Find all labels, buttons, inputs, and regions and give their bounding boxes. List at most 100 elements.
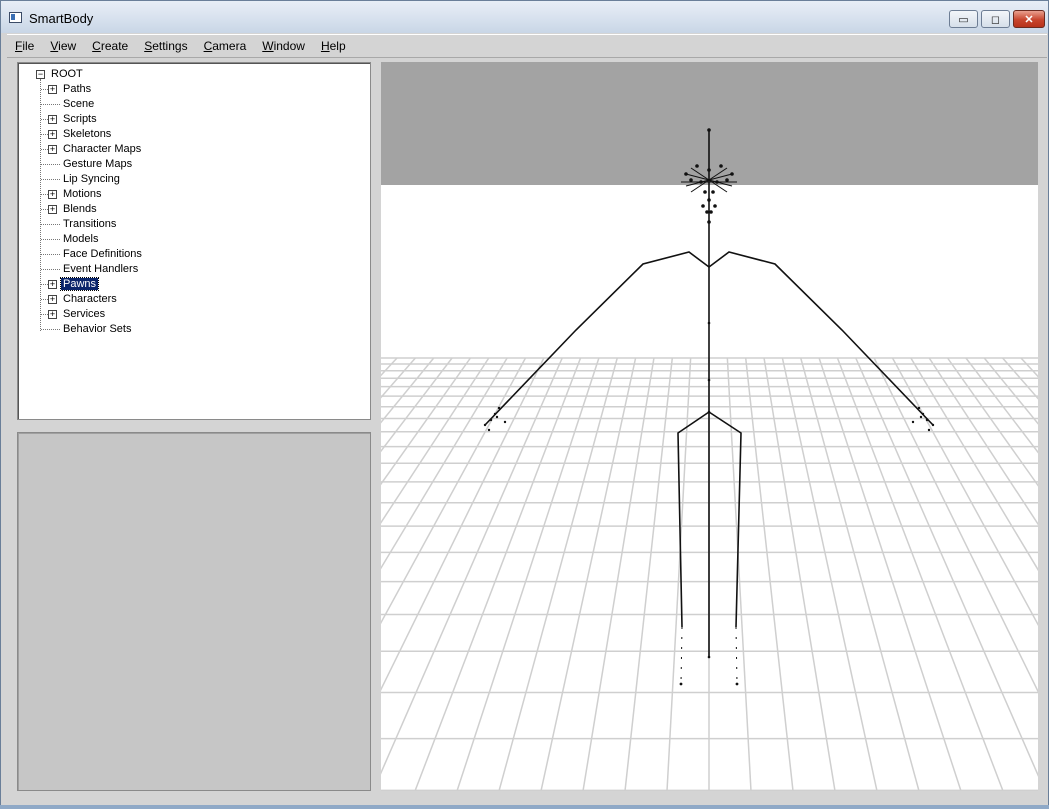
tree-item-label: Paths (63, 83, 92, 95)
expand-icon[interactable]: + (48, 205, 57, 214)
skeleton-spine-joint (707, 378, 711, 382)
3d-viewport[interactable] (381, 62, 1038, 791)
menu-file[interactable]: File (7, 39, 42, 53)
tree-item-label: Gesture Maps (63, 158, 133, 170)
tree-item-scene[interactable]: Scene (63, 97, 94, 112)
smartbody-window: SmartBody ▭ ◻ ✕ File View Create Settings Ca… (0, 0, 1049, 805)
tree-item-skeletons[interactable]: Skeletons (63, 127, 111, 142)
tree-item-label: Transitions (63, 218, 117, 230)
tree-item-label: Event Handlers (63, 263, 139, 275)
skeleton-left-hand-joint (497, 406, 501, 410)
menu-mnemonic: V (50, 39, 59, 53)
tree-item-characters[interactable]: Characters (63, 292, 117, 307)
skeleton-spine-joint (707, 321, 711, 325)
expand-icon[interactable]: + (48, 310, 57, 319)
skeleton-left-hand-joint (495, 415, 499, 419)
menu-view[interactable]: View (42, 39, 84, 53)
skeleton-head-joint (695, 164, 699, 168)
expand-icon[interactable]: + (48, 130, 57, 139)
tree-branch-line (41, 119, 48, 120)
menu-mnemonic: H (320, 39, 330, 53)
skeleton-head-joint (707, 128, 711, 132)
menu-label: reate (100, 39, 129, 53)
collapse-root-icon[interactable]: − (36, 70, 45, 79)
skeleton-head-joint (689, 178, 693, 182)
tree-root-label[interactable]: ROOT (51, 67, 83, 82)
tree-branch-line (41, 254, 60, 255)
scene-canvas[interactable] (381, 62, 1038, 791)
status-strip (1, 792, 1048, 805)
tree-item-label: Characters (63, 293, 117, 305)
tree-item-scripts[interactable]: Scripts (63, 112, 97, 127)
viewport-border (1038, 62, 1048, 791)
skeleton-spine-joint (707, 655, 711, 659)
tree-branch-line (41, 194, 48, 195)
tree-item-gesture-maps[interactable]: Gesture Maps (63, 157, 132, 172)
tree-item-label: Skeletons (63, 128, 112, 140)
menu-label: amera (212, 39, 247, 53)
tree-item-paths[interactable]: Paths (63, 82, 91, 97)
menu-label: elp (329, 39, 346, 53)
menu-settings[interactable]: Settings (136, 39, 195, 53)
tree-item-event-handlers[interactable]: Event Handlers (63, 262, 138, 277)
menu-window[interactable]: Window (254, 39, 313, 53)
tree-item-models[interactable]: Models (63, 232, 98, 247)
tree-item-transitions[interactable]: Transitions (63, 217, 116, 232)
close-button[interactable]: ✕ (1013, 10, 1045, 28)
tree-branch-line (41, 149, 48, 150)
skeleton-right-hand-joint (921, 412, 925, 416)
menu-mnemonic: C (203, 39, 213, 53)
expand-icon[interactable]: + (48, 85, 57, 94)
tree-item-face-definitions[interactable]: Face Definitions (63, 247, 142, 262)
expand-icon[interactable]: + (48, 190, 57, 199)
expand-icon[interactable]: + (48, 145, 57, 154)
tree-item-character-maps[interactable]: Character Maps (63, 142, 141, 157)
tree-branch-line (41, 224, 60, 225)
menu-create[interactable]: Create (84, 39, 136, 53)
tree-branch-line (41, 329, 60, 330)
skeleton-right-hand-joint (917, 406, 921, 410)
skeleton-head-joint (711, 190, 715, 194)
tree-item-label: Motions (63, 188, 102, 200)
tree-branch-line (41, 89, 48, 90)
expand-icon[interactable]: + (48, 280, 57, 289)
tree-item-blends[interactable]: Blends (63, 202, 97, 217)
skeleton-head-joint (705, 210, 709, 214)
tree-item-motions[interactable]: Motions (63, 187, 102, 202)
title-bar[interactable]: SmartBody ▭ ◻ ✕ (1, 1, 1048, 33)
menu-mnemonic: C (92, 39, 101, 53)
tree-branch-line (41, 299, 48, 300)
skeleton-right-hand-joint (919, 415, 923, 419)
expand-icon[interactable]: + (48, 295, 57, 304)
maximize-button[interactable]: ◻ (981, 10, 1010, 28)
attribute-panel (17, 432, 371, 791)
tree-item-label: Scene (63, 98, 95, 110)
tree-branch-line (41, 164, 60, 165)
tree-item-label: Scripts (63, 113, 97, 125)
tree-item-label: Services (63, 308, 106, 320)
skeleton-spine-joint (707, 410, 711, 414)
tree-item-label: Face Definitions (63, 248, 142, 260)
skeleton-head-joint (707, 220, 711, 224)
menu-help[interactable]: Help (313, 39, 354, 53)
minimize-button[interactable]: ▭ (949, 10, 978, 28)
menu-label: ettings (152, 39, 188, 53)
skeleton-right-hand-joint (927, 428, 931, 432)
skeleton-left-hand-joint (483, 423, 487, 427)
expand-icon[interactable]: + (48, 115, 57, 124)
tree-item-lip-syncing[interactable]: Lip Syncing (63, 172, 120, 187)
tree-item-behavior-sets[interactable]: Behavior Sets (63, 322, 131, 337)
skeleton-right-hand-joint (931, 423, 935, 427)
tree-item-label: Blends (63, 203, 97, 215)
skeleton-head-joint (703, 190, 707, 194)
tree-item-label: Behavior Sets (63, 323, 132, 335)
app-icon (9, 12, 22, 23)
menu-camera[interactable]: Camera (196, 39, 255, 53)
menu-mnemonic: W (262, 39, 274, 53)
tree-branch-line (41, 209, 48, 210)
tree-item-pawns[interactable]: Pawns (59, 277, 100, 292)
skeleton-head-joint (701, 204, 705, 208)
skeleton-right-hand-joint (925, 418, 929, 422)
resource-tree[interactable]: − ROOT + Paths Scene + Scripts + Skeletons + Chara… (17, 62, 371, 420)
tree-item-services[interactable]: Services (63, 307, 105, 322)
